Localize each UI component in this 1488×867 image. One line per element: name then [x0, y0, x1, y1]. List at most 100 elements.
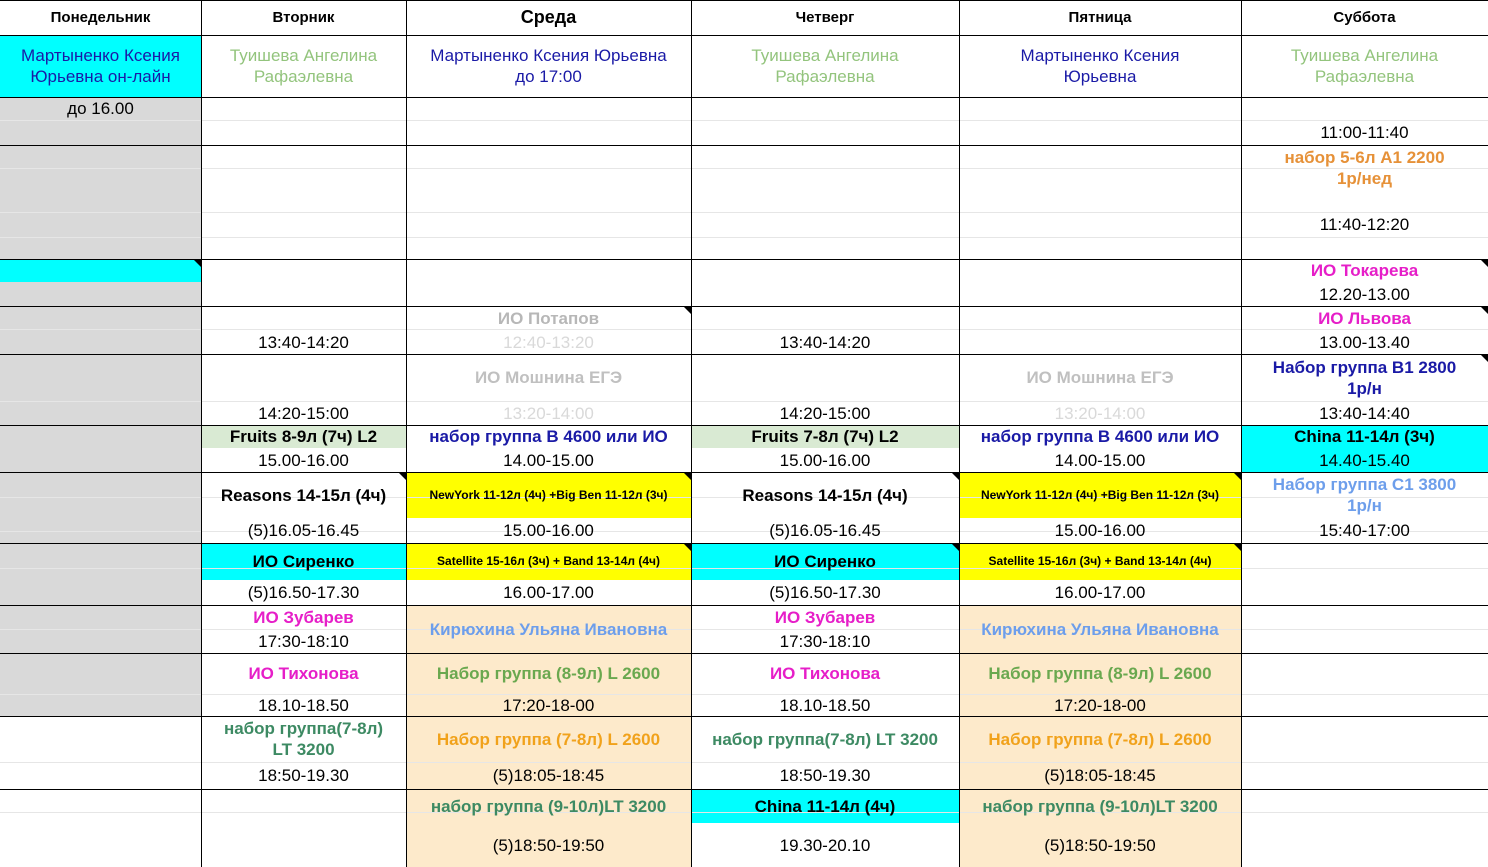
fri-time-1600[interactable]: 16.00-17.00 [959, 580, 1241, 605]
fri-time-1500-text: 15.00-16.00 [1054, 521, 1146, 540]
sat-time-1300[interactable]: 13.00-13.40 [1241, 330, 1488, 354]
sat-io-lvova[interactable]: ИО Львова [1241, 306, 1488, 330]
note-corner-icon [1234, 473, 1241, 480]
fri-kiryukhina[interactable]: Кирюхина Ульяна Ивановна [959, 605, 1241, 653]
header-4: Пятница [959, 0, 1241, 35]
wed-nabor-910[interactable]: набор группа (9-10л)LT 3200 [406, 789, 691, 823]
wed-nabor-b[interactable]: набор группа B 4600 или ИО [406, 425, 691, 448]
fri-nabor-78[interactable]: Набор группа (7-8л) L 2600 [959, 716, 1241, 762]
sat-time-1220[interactable]: 12.20-13.00 [1241, 282, 1488, 306]
sat-nabor-a1[interactable]: набор 5-6л A1 2200 1р/нед [1241, 145, 1488, 190]
fri-io-moshnina[interactable]: ИО Мошнина ЕГЭ [959, 354, 1241, 401]
wed-time-1500[interactable]: 15.00-16.00 [406, 518, 691, 543]
note-corner-icon [952, 544, 959, 551]
fri-time-1400[interactable]: 14.00-15.00 [959, 448, 1241, 472]
fri-nabor-89[interactable]: Набор группа (8-9л) L 2600 [959, 653, 1241, 694]
teacher-friday[interactable]: Мартыненко Ксения Юрьевна [959, 35, 1241, 97]
thu-time-1850[interactable]: 18:50-19.30 [691, 762, 959, 789]
fri-newyork[interactable]: NewYork 11-12л (4ч) +Big Ben 11-12л (3ч) [959, 472, 1241, 518]
fri-time-1850[interactable]: (5)18:50-19:50 [959, 823, 1241, 867]
tue-nabor-78[interactable]: набор группа(7-8л) LT 3200 [201, 716, 406, 762]
fri-kiryukhina-text: Кирюхина Ульяна Ивановна [981, 619, 1219, 639]
thu-time-1650[interactable]: (5)16.50-17.30 [691, 580, 959, 605]
fri-nabor-910[interactable]: набор группа (9-10л)LT 3200 [959, 789, 1241, 823]
wed-time-1805[interactable]: (5)18:05-18:45 [406, 762, 691, 789]
thu-fruits[interactable]: Fruits 7-8л (7ч) L2 [691, 425, 959, 448]
teacher-saturday[interactable]: Туишева Ангелина Рафаэлевна [1241, 35, 1488, 97]
sat-china[interactable]: China 11-14л (3ч) [1241, 425, 1488, 448]
thu-nabor-78[interactable]: набор группа(7-8л) LT 3200 [691, 716, 959, 762]
tue-time-1850[interactable]: 18:50-19.30 [201, 762, 406, 789]
thu-time-1730[interactable]: 17:30-18:10 [691, 629, 959, 653]
tue-time-1420[interactable]: 14:20-15:00 [201, 401, 406, 425]
thu-time-1340-text: 13:40-14:20 [779, 332, 871, 352]
wed-newyork-text: NewYork 11-12л (4ч) +Big Ben 11-12л (3ч) [429, 487, 668, 502]
wed-newyork[interactable]: NewYork 11-12л (4ч) +Big Ben 11-12л (3ч) [406, 472, 691, 518]
wed-time-1240[interactable]: 12:40-13:20 [406, 330, 691, 354]
tue-time-1500[interactable]: 15.00-16.00 [201, 448, 406, 472]
wed-time-1850[interactable]: (5)18:50-19:50 [406, 823, 691, 867]
thu-china[interactable]: China 11-14л (4ч) [691, 789, 959, 823]
tue-fruits[interactable]: Fruits 8-9л (7ч) L2 [201, 425, 406, 448]
thu-time-1500[interactable]: 15.00-16.00 [691, 448, 959, 472]
wed-time-1720-text: 17:20-18-00 [502, 695, 595, 715]
sat-time-1100[interactable]: 11:00-11:40 [1241, 120, 1488, 145]
thu-time-1420[interactable]: 14:20-15:00 [691, 401, 959, 425]
thu-io-sirenko[interactable]: ИО Сиренко [691, 543, 959, 580]
fri-satellite[interactable]: Satellite 15-16л (3ч) + Band 13-14л (4ч) [959, 543, 1241, 580]
sat-time-1340[interactable]: 13:40-14:40 [1241, 401, 1488, 425]
wed-time-1600[interactable]: 16.00-17.00 [406, 580, 691, 605]
fri-nabor-910-text: набор группа (9-10л)LT 3200 [982, 796, 1218, 816]
sat-nabor-b1[interactable]: Набор группа B1 2800 1р/н [1241, 354, 1488, 401]
tue-io-tikhonova[interactable]: ИО Тихонова [201, 653, 406, 694]
tue-reasons[interactable]: Reasons 14-15л (4ч) [201, 472, 406, 518]
sat-time-1100-text: 11:00-11:40 [1320, 123, 1409, 142]
thu-reasons[interactable]: Reasons 14-15л (4ч) [691, 472, 959, 518]
tue-time-1650[interactable]: (5)16.50-17.30 [201, 580, 406, 605]
fri-nabor-89-text: Набор группа (8-9л) L 2600 [988, 664, 1212, 683]
teacher-tuesday[interactable]: Туишева Ангелина Рафаэлевна [201, 35, 406, 97]
thu-time-1930[interactable]: 19.30-20.10 [691, 823, 959, 867]
thu-io-zubarev[interactable]: ИО Зубарев [691, 605, 959, 629]
tue-time-1420-text: 14:20-15:00 [258, 403, 349, 423]
teacher-monday[interactable]: Мартыненко Ксения Юрьевна он-лайн [0, 35, 201, 97]
tue-time-1340[interactable]: 13:40-14:20 [201, 330, 406, 354]
fri-time-1500[interactable]: 15.00-16.00 [959, 518, 1241, 543]
wed-time-1720[interactable]: 17:20-18-00 [406, 694, 691, 716]
sat-time-1340-text: 13:40-14:40 [1319, 403, 1410, 423]
wed-time-1400[interactable]: 14.00-15.00 [406, 448, 691, 472]
sat-io-tokareva[interactable]: ИО Токарева [1241, 259, 1488, 282]
thu-nabor-78-text: набор группа(7-8л) LT 3200 [712, 729, 938, 749]
tue-time-1810[interactable]: 18.10-18.50 [201, 694, 406, 716]
wed-io-potapov[interactable]: ИО Потапов [406, 306, 691, 330]
sat-nabor-c1[interactable]: Набор группа C1 3800 1р/н [1241, 472, 1488, 518]
fri-time-1320[interactable]: 13:20-14:00 [959, 401, 1241, 425]
monday-until[interactable]: до 16.00 [0, 97, 201, 120]
wed-nabor-89[interactable]: Набор группа (8-9л) L 2600 [406, 653, 691, 694]
thu-io-tikhonova-text: ИО Тихонова [769, 664, 881, 683]
tue-io-sirenko[interactable]: ИО Сиренко [201, 543, 406, 580]
tue-io-zubarev[interactable]: ИО Зубарев [201, 605, 406, 629]
sat-time-1440[interactable]: 14.40-15.40 [1241, 448, 1488, 472]
wed-kiryukhina[interactable]: Кирюхина Ульяна Ивановна [406, 605, 691, 653]
sat-time-1540[interactable]: 15:40-17:00 [1241, 518, 1488, 543]
wed-io-moshnina-text: ИО Мошнина ЕГЭ [474, 368, 623, 387]
fri-nabor-b[interactable]: набор группа B 4600 или ИО [959, 425, 1241, 448]
tue-time-1605[interactable]: (5)16.05-16.45 [201, 518, 406, 543]
tue-time-1850-text: 18:50-19.30 [258, 766, 349, 785]
wed-nabor-78[interactable]: Набор группа (7-8л) L 2600 [406, 716, 691, 762]
teacher-wednesday[interactable]: Мартыненко Ксения Юрьевна до 17:00 [406, 35, 691, 97]
teacher-thursday[interactable]: Туишева Ангелина Рафаэлевна [691, 35, 959, 97]
wed-io-moshnina[interactable]: ИО Мошнина ЕГЭ [406, 354, 691, 401]
thu-time-1605[interactable]: (5)16.05-16.45 [691, 518, 959, 543]
fri-time-1805[interactable]: (5)18:05-18:45 [959, 762, 1241, 789]
wed-satellite[interactable]: Satellite 15-16л (3ч) + Band 13-14л (4ч) [406, 543, 691, 580]
wed-time-1320[interactable]: 13:20-14:00 [406, 401, 691, 425]
thu-io-tikhonova[interactable]: ИО Тихонова [691, 653, 959, 694]
sat-time-1140[interactable]: 11:40-12:20 [1241, 212, 1488, 237]
fri-time-1720[interactable]: 17:20-18-00 [959, 694, 1241, 716]
thu-time-1810[interactable]: 18.10-18.50 [691, 694, 959, 716]
sat-time-1440-text: 14.40-15.40 [1319, 450, 1410, 470]
thu-time-1340[interactable]: 13:40-14:20 [691, 330, 959, 354]
tue-time-1730[interactable]: 17:30-18:10 [201, 629, 406, 653]
